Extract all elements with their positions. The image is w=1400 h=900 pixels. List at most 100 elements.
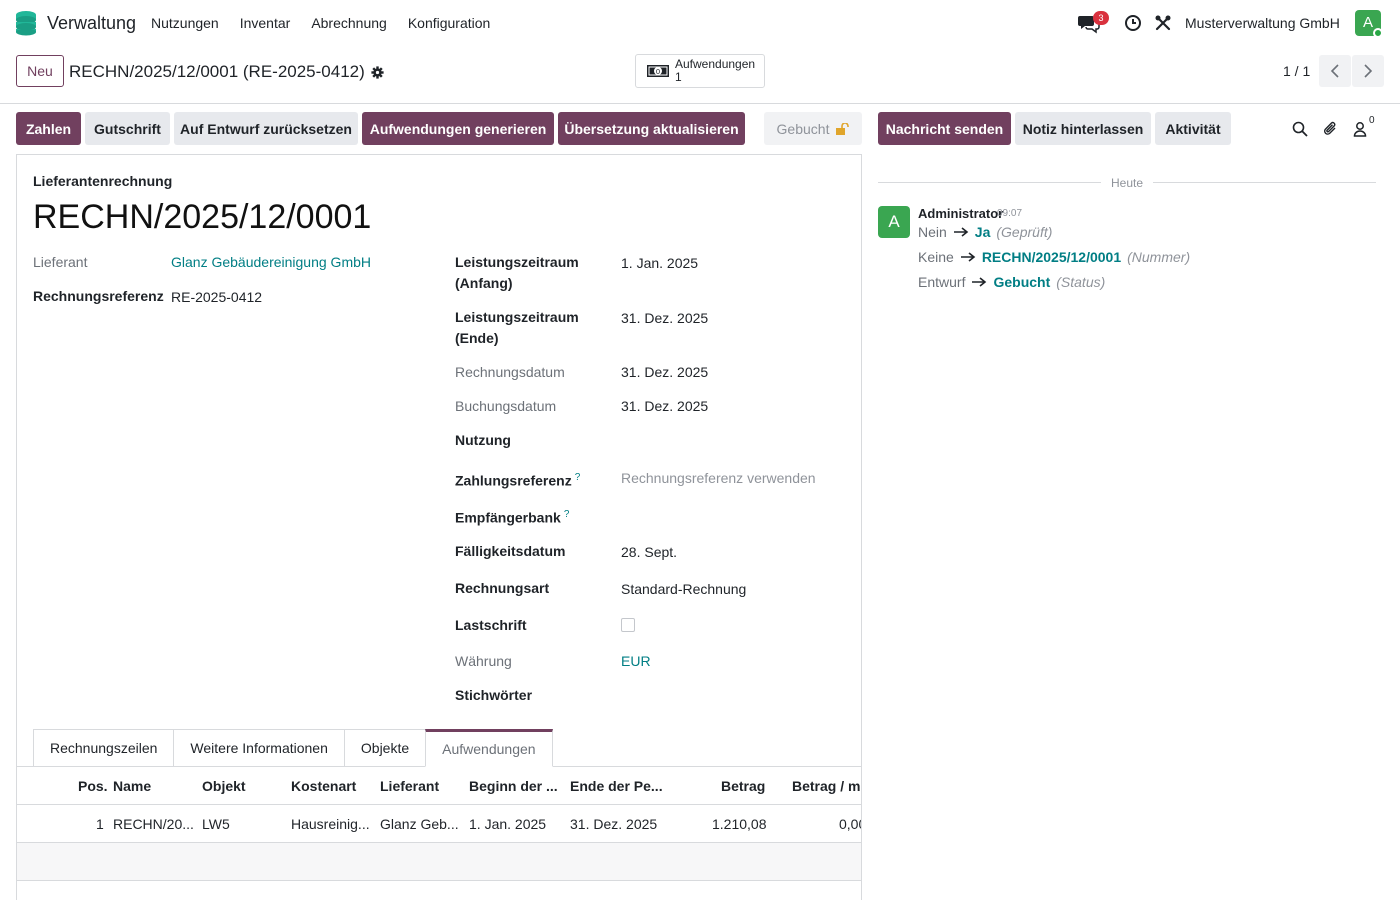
due-date-label: Fälligkeitsdatum — [455, 543, 566, 559]
generate-expenses-button[interactable]: Aufwendungen generieren — [362, 112, 554, 145]
arrow-right-icon — [953, 227, 969, 237]
chevron-right-icon — [1364, 64, 1373, 78]
pager-previous-button[interactable] — [1319, 55, 1351, 87]
tab-objects[interactable]: Objekte — [343, 729, 426, 767]
col-vendor[interactable]: Lieferant — [380, 778, 439, 794]
menu-nutzungen[interactable]: Nutzungen — [151, 15, 219, 31]
app-name[interactable]: Verwaltung — [47, 13, 136, 34]
status-booked-label: Gebucht — [776, 120, 830, 137]
tracking-new-value: Gebucht — [993, 274, 1051, 290]
action-buttons: Zahlen Gutschrift Auf Entwurf zurücksetz… — [0, 112, 870, 146]
invoice-reference-label: Rechnungsreferenz — [33, 288, 164, 304]
send-message-button[interactable]: Nachricht senden — [878, 112, 1011, 145]
tracking-change: Keine RECHN/2025/12/0001 (Nummer) — [918, 249, 1190, 265]
col-pos[interactable]: Pos. — [78, 778, 108, 794]
menu-abrechnung[interactable]: Abrechnung — [311, 15, 387, 31]
invoice-date-label: Rechnungsdatum — [455, 364, 565, 380]
chatter-date-divider: Heute — [1111, 176, 1144, 190]
tracking-change: Nein Ja (Geprüft) — [918, 224, 1052, 240]
period-end-value[interactable]: 31. Dez. 2025 — [621, 308, 708, 329]
menu-inventar[interactable]: Inventar — [240, 15, 291, 31]
chat-badge: 3 — [1093, 11, 1109, 25]
booking-date-value[interactable]: 31. Dez. 2025 — [621, 396, 708, 417]
expenses-smart-button[interactable]: 0 Aufwendungen 1 — [635, 54, 765, 88]
tracking-new-value: Ja — [974, 224, 991, 240]
cell-pos: 1 — [96, 816, 104, 832]
cell-vendor: Glanz Geb... — [380, 816, 459, 832]
invoice-type-label: Rechnungsart — [455, 580, 550, 596]
col-cost-type[interactable]: Kostenart — [291, 778, 356, 794]
money-icon: 0 — [647, 65, 669, 77]
col-object[interactable]: Objekt — [202, 778, 246, 794]
pay-button[interactable]: Zahlen — [16, 112, 81, 145]
invoice-reference-value[interactable]: RE-2025-0412 — [171, 287, 262, 308]
table-empty-row — [17, 843, 861, 881]
smart-button-text: Aufwendungen 1 — [675, 58, 755, 84]
message-author-avatar[interactable]: A — [878, 206, 910, 238]
main-menu: Nutzungen Inventar Abrechnung Konfigurat… — [151, 15, 490, 31]
payment-reference-help-icon[interactable]: ? — [575, 472, 581, 483]
direct-debit-checkbox[interactable] — [621, 618, 635, 632]
payment-reference-label: Zahlungsreferenz? — [455, 467, 580, 492]
document-type: Lieferantenrechnung — [33, 173, 173, 189]
payment-reference-label-text: Zahlungsreferenz — [455, 472, 572, 489]
col-period-start[interactable]: Beginn der ... — [469, 778, 558, 794]
gear-icon[interactable] — [371, 65, 384, 79]
log-note-button[interactable]: Notiz hinterlassen — [1015, 112, 1151, 145]
tab-expenses[interactable]: Aufwendungen — [425, 729, 553, 767]
due-date-value[interactable]: 28. Sept. — [621, 542, 677, 563]
user-status-dot — [1373, 28, 1383, 38]
invoice-date-value[interactable]: 31. Dez. 2025 — [621, 362, 708, 383]
cell-name: RECHN/20... — [113, 816, 194, 832]
tracking-new-value: RECHN/2025/12/0001 — [981, 249, 1122, 265]
credit-note-button[interactable]: Gutschrift — [85, 112, 170, 145]
pager-value[interactable]: 1 / 1 — [1283, 63, 1310, 79]
vendor-link[interactable]: Glanz Gebäudereinigung GmbH — [171, 252, 371, 273]
tracking-field: (Geprüft) — [996, 224, 1053, 240]
table-row[interactable]: 1 RECHN/20... LW5 Hausreinig... Glanz Ge… — [17, 805, 861, 843]
followers-count: 0 — [1369, 115, 1375, 126]
unlock-icon — [836, 122, 850, 135]
payment-reference-input[interactable]: Rechnungsreferenz verwenden — [621, 468, 816, 489]
tags-label: Stichwörter — [455, 687, 533, 703]
tools-icon[interactable] — [1154, 14, 1172, 32]
reset-to-draft-button[interactable]: Auf Entwurf zurücksetzen — [174, 112, 358, 145]
period-start-value[interactable]: 1. Jan. 2025 — [621, 253, 698, 274]
status-booked: Gebucht — [764, 112, 862, 145]
recipient-bank-label: Empfängerbank? — [455, 504, 569, 529]
menu-konfiguration[interactable]: Konfiguration — [408, 15, 491, 31]
cell-amount: 1.210,08 — [712, 816, 767, 832]
clock-icon[interactable] — [1124, 14, 1142, 32]
col-amount[interactable]: Betrag — [721, 778, 765, 794]
page-title: RECHN/2025/12/0001 — [33, 198, 372, 236]
paperclip-icon[interactable] — [1322, 120, 1340, 138]
recipient-bank-help-icon[interactable]: ? — [564, 509, 570, 520]
app-logo-icon[interactable] — [14, 10, 38, 36]
booking-date-label: Buchungsdatum — [455, 398, 557, 414]
control-panel: Neu RECHN/2025/12/0001 (RE-2025-0412) 0 … — [0, 46, 1400, 104]
update-translation-button[interactable]: Übersetzung aktualisieren — [558, 112, 745, 145]
tab-more-info[interactable]: Weitere Informationen — [173, 729, 344, 767]
invoice-type-value[interactable]: Standard-Rechnung — [621, 579, 746, 600]
search-icon[interactable] — [1291, 120, 1309, 138]
col-amount-per-m[interactable]: Betrag / m — [792, 778, 860, 794]
col-period-end[interactable]: Ende der Pe... — [570, 778, 663, 794]
tracking-change: Entwurf Gebucht (Status) — [918, 274, 1105, 290]
new-button[interactable]: Neu — [16, 55, 64, 87]
currency-label: Währung — [455, 653, 512, 669]
company-switcher[interactable]: Musterverwaltung GmbH — [1185, 15, 1340, 31]
cell-cost-type: Hausreinig... — [291, 816, 370, 832]
notebook-tabs: Rechnungszeilen Weitere Informationen Ob… — [33, 729, 553, 767]
pager-next-button[interactable] — [1352, 55, 1384, 87]
message-author[interactable]: Administrator — [918, 206, 1003, 221]
chevron-left-icon — [1330, 64, 1339, 78]
tab-invoice-lines[interactable]: Rechnungszeilen — [33, 729, 174, 767]
col-name[interactable]: Name — [113, 778, 151, 794]
activity-button[interactable]: Aktivität — [1155, 112, 1231, 145]
currency-link[interactable]: EUR — [621, 651, 651, 672]
period-start-label: Leistungszeitraum (Anfang) — [455, 254, 579, 291]
smart-button-count: 1 — [675, 70, 682, 84]
cell-object: LW5 — [202, 816, 230, 832]
chatter-divider-left — [878, 182, 1101, 183]
usage-label: Nutzung — [455, 432, 511, 448]
